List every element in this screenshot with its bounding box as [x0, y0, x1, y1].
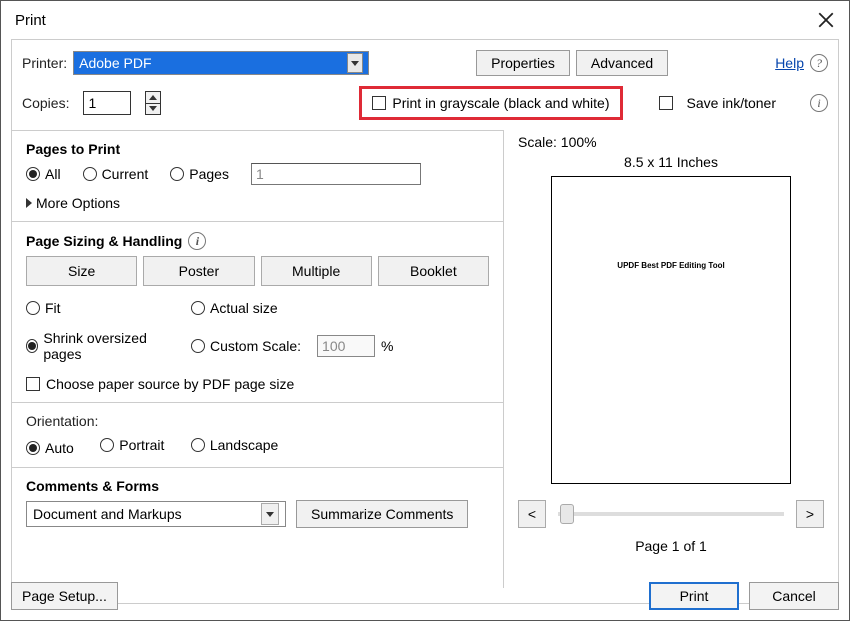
percent-label: % [381, 338, 393, 354]
sizing-header: Page Sizing & Handling [26, 233, 182, 249]
save-ink-info-icon[interactable]: i [810, 94, 828, 112]
cancel-button[interactable]: Cancel [749, 582, 839, 610]
orientation-header: Orientation: [26, 413, 489, 429]
chevron-down-icon [261, 503, 279, 525]
help-info-icon[interactable]: ? [810, 54, 828, 72]
help-link[interactable]: Help [775, 55, 804, 71]
radio-all[interactable]: All [26, 166, 61, 182]
radio-pages[interactable]: Pages [170, 166, 229, 182]
printer-select[interactable]: Adobe PDF [73, 51, 369, 75]
save-ink-label: Save ink/toner [687, 95, 777, 111]
page-setup-button[interactable]: Page Setup... [11, 582, 118, 610]
window-title: Print [15, 12, 46, 29]
custom-scale-input[interactable] [317, 335, 375, 357]
chevron-down-icon [347, 53, 363, 73]
radio-fit[interactable]: Fit [26, 300, 169, 316]
preview-slider[interactable] [558, 512, 784, 516]
preview-scale: Scale: 100% [518, 134, 824, 150]
copies-spinner[interactable] [145, 91, 161, 115]
advanced-button[interactable]: Advanced [576, 50, 668, 76]
more-options-toggle[interactable]: More Options [26, 195, 489, 211]
properties-button[interactable]: Properties [476, 50, 570, 76]
radio-landscape[interactable]: Landscape [191, 437, 279, 453]
tab-poster[interactable]: Poster [143, 256, 254, 286]
tab-size[interactable]: Size [26, 256, 137, 286]
chevron-right-icon [26, 198, 32, 208]
radio-auto[interactable]: Auto [26, 440, 74, 456]
grayscale-checkbox[interactable] [372, 96, 386, 110]
comments-selected-value: Document and Markups [33, 506, 182, 522]
copies-input[interactable] [83, 91, 131, 115]
summarize-comments-button[interactable]: Summarize Comments [296, 500, 468, 528]
printer-selected-value: Adobe PDF [79, 55, 151, 71]
grayscale-label: Print in grayscale (black and white) [392, 95, 609, 111]
spinner-down-icon[interactable] [146, 104, 160, 115]
spinner-up-icon[interactable] [146, 92, 160, 104]
radio-actual-size[interactable]: Actual size [191, 300, 467, 316]
preview-next-button[interactable]: > [796, 500, 824, 528]
comments-header: Comments & Forms [26, 478, 489, 494]
tab-booklet[interactable]: Booklet [378, 256, 489, 286]
paper-source-checkbox[interactable] [26, 377, 40, 391]
paper-source-label: Choose paper source by PDF page size [46, 376, 294, 392]
copies-label: Copies: [22, 95, 69, 111]
save-ink-checkbox[interactable] [659, 96, 673, 110]
preview-prev-button[interactable]: < [518, 500, 546, 528]
preview-dimensions: 8.5 x 11 Inches [518, 154, 824, 170]
radio-shrink[interactable]: Shrink oversized pages [26, 330, 169, 362]
slider-knob[interactable] [560, 504, 574, 524]
pages-to-print-header: Pages to Print [26, 141, 489, 157]
printer-label: Printer: [22, 55, 67, 71]
sizing-info-icon[interactable]: i [188, 232, 206, 250]
pages-range-input[interactable] [251, 163, 421, 185]
grayscale-highlight-box: Print in grayscale (black and white) [359, 86, 622, 120]
print-preview: UPDF Best PDF Editing Tool [551, 176, 791, 484]
radio-portrait[interactable]: Portrait [100, 437, 164, 453]
close-icon[interactable] [817, 11, 835, 29]
tab-multiple[interactable]: Multiple [261, 256, 372, 286]
radio-current[interactable]: Current [83, 166, 149, 182]
radio-custom-scale[interactable]: Custom Scale: [191, 338, 301, 354]
comments-select[interactable]: Document and Markups [26, 501, 286, 527]
print-button[interactable]: Print [649, 582, 739, 610]
preview-document-text: UPDF Best PDF Editing Tool [617, 261, 724, 270]
page-indicator: Page 1 of 1 [518, 538, 824, 554]
